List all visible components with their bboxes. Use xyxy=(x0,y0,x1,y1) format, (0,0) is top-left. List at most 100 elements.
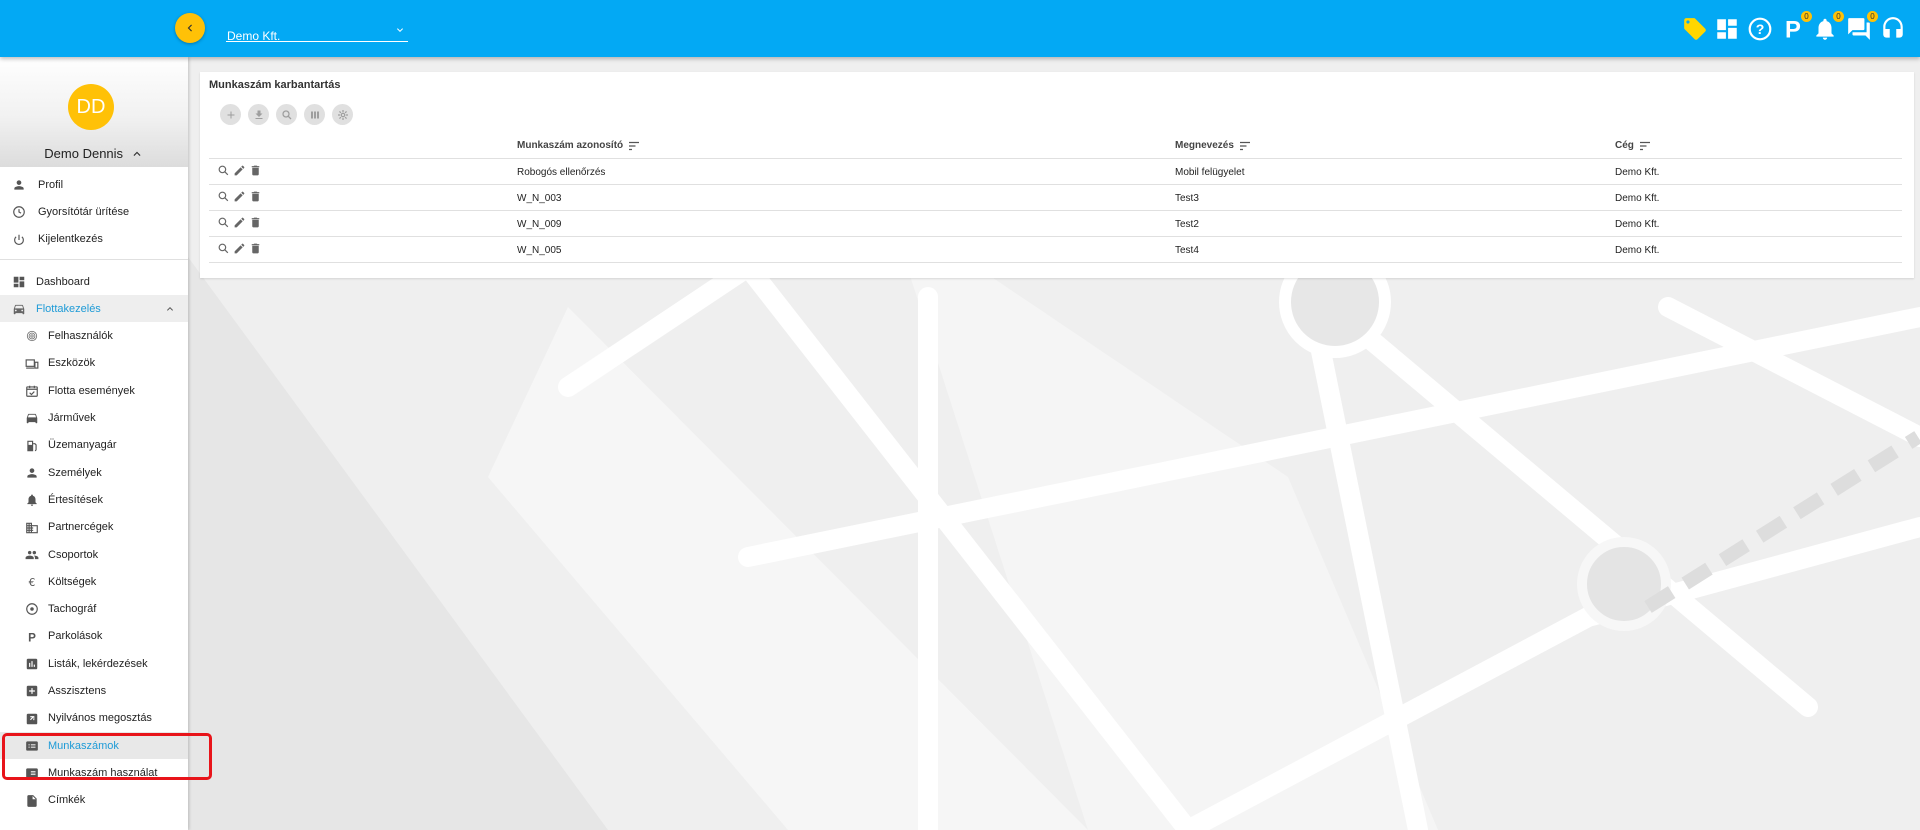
delete-row-button[interactable] xyxy=(249,164,262,177)
sidebar-item-persons[interactable]: Személyek xyxy=(0,459,188,486)
cell-company: Demo Kft. xyxy=(1615,193,1660,204)
view-row-button[interactable] xyxy=(217,242,230,255)
menu-item-clear-cache[interactable]: Gyorsítótár ürítése xyxy=(0,198,188,225)
car-icon xyxy=(13,305,25,315)
sidebar-item-label: Értesítések xyxy=(48,493,104,506)
view-row-button[interactable] xyxy=(217,164,230,177)
table-row: W_N_005 Test4 Demo Kft. xyxy=(209,237,1902,263)
sidebar-item-devices[interactable]: Eszközök xyxy=(0,350,188,377)
chevron-left-icon xyxy=(187,24,192,32)
sidebar-item-tachograph[interactable]: Tachográf xyxy=(0,595,188,622)
column-header-label: Cég xyxy=(1615,140,1634,151)
sidebar-item-label: Költségek xyxy=(48,575,97,588)
sidebar-item-fleet-events[interactable]: Flotta események xyxy=(0,377,188,404)
parking-icon[interactable]: P 0 xyxy=(1780,11,1812,44)
delete-row-button[interactable] xyxy=(249,216,262,229)
menu-item-logout[interactable]: Kijelentkezés xyxy=(0,226,188,253)
svg-text:?: ? xyxy=(1756,21,1765,37)
sidebar: DD Demo Dennis Profil Gyorsítótár ürítés… xyxy=(0,57,188,830)
messages-badge: 0 xyxy=(1867,11,1878,22)
sidebar-item-label: Járművek xyxy=(48,412,96,425)
column-header-name[interactable]: Megnevezés xyxy=(1175,140,1251,151)
notifications-badge: 0 xyxy=(1833,11,1844,22)
parking-icon: P xyxy=(28,631,36,643)
sidebar-item-assistant[interactable]: Asszisztens xyxy=(0,677,188,704)
pencil-icon xyxy=(234,243,245,254)
power-icon xyxy=(14,234,24,245)
sidebar-item-reports[interactable]: Listák, lekérdezések xyxy=(0,650,188,677)
sidebar-item-label: Személyek xyxy=(48,466,102,479)
trash-icon xyxy=(251,243,260,254)
svg-text:€: € xyxy=(29,577,36,589)
sidebar-item-groups[interactable]: Csoportok xyxy=(0,541,188,568)
table-row: W_N_003 Test3 Demo Kft. xyxy=(209,185,1902,211)
sidebar-item-labels[interactable]: Címkék xyxy=(0,787,188,814)
user-menu-toggle[interactable]: Demo Dennis xyxy=(0,146,188,161)
pencil-icon xyxy=(234,165,245,176)
sidebar-item-vehicles[interactable]: Járművek xyxy=(0,404,188,431)
sidebar-item-label: Parkolások xyxy=(48,630,103,643)
menu-section-fleet[interactable]: Flottakezelés xyxy=(0,295,188,323)
calendar-check-icon xyxy=(26,385,38,397)
sidebar-item-label: Eszközök xyxy=(48,357,96,370)
help-icon[interactable]: ? xyxy=(1747,16,1773,42)
cell-company: Demo Kft. xyxy=(1615,219,1660,230)
cell-company: Demo Kft. xyxy=(1615,245,1660,256)
sidebar-item-parking[interactable]: P Parkolások xyxy=(0,623,188,650)
collapse-sidebar-button[interactable] xyxy=(175,13,205,43)
tag-icon[interactable] xyxy=(1682,16,1708,42)
alarm-icon xyxy=(27,494,37,507)
edit-row-button[interactable] xyxy=(233,216,246,229)
settings-button[interactable] xyxy=(332,104,353,125)
sidebar-item-partners[interactable]: Partnercégek xyxy=(0,514,188,541)
sidebar-item-costs[interactable]: € Költségek xyxy=(0,568,188,595)
delete-row-button[interactable] xyxy=(249,242,262,255)
headset-icon[interactable] xyxy=(1880,16,1906,42)
export-button[interactable] xyxy=(248,104,269,125)
column-header-work-number-id[interactable]: Munkaszám azonosító xyxy=(517,140,640,151)
car-icon xyxy=(26,414,38,424)
sidebar-item-users[interactable]: Felhasználók xyxy=(0,322,188,349)
sidebar-item-public-share[interactable]: Nyilvános megosztás xyxy=(0,705,188,732)
tachograph-icon xyxy=(26,603,38,616)
search-button[interactable] xyxy=(276,104,297,125)
edit-row-button[interactable] xyxy=(233,164,246,177)
view-row-button[interactable] xyxy=(217,216,230,229)
sidebar-item-notifications[interactable]: Értesítések xyxy=(0,486,188,513)
page-title: Munkaszám karbantartás xyxy=(209,79,341,91)
menu-item-dashboard[interactable]: Dashboard xyxy=(0,268,188,295)
menu-item-profile[interactable]: Profil xyxy=(0,171,188,198)
sidebar-item-work-number-usage[interactable]: Munkaszám használat xyxy=(0,759,188,786)
company-select[interactable]: Demo Kft. xyxy=(226,20,408,43)
edit-row-button[interactable] xyxy=(233,190,246,203)
parking-badge: 0 xyxy=(1801,11,1812,22)
columns-button[interactable] xyxy=(304,104,325,125)
add-button[interactable] xyxy=(220,104,241,125)
cell-name: Test3 xyxy=(1175,193,1199,204)
sidebar-item-fuel-price[interactable]: Üzemanyagár xyxy=(0,432,188,459)
edit-row-button[interactable] xyxy=(233,242,246,255)
devices-icon xyxy=(25,359,39,369)
sort-icon xyxy=(1239,141,1250,150)
view-row-button[interactable] xyxy=(217,190,230,203)
chat-icon[interactable]: 0 xyxy=(1846,11,1878,42)
menu-item-label: Kijelentkezés xyxy=(38,233,103,246)
column-header-label: Megnevezés xyxy=(1175,140,1234,151)
menu-item-label: Profil xyxy=(38,178,64,191)
sidebar-item-work-numbers[interactable]: Munkaszámok xyxy=(0,731,188,760)
person-icon xyxy=(14,180,24,190)
delete-row-button[interactable] xyxy=(249,190,262,203)
sort-icon xyxy=(1639,141,1650,150)
trash-icon xyxy=(251,217,260,228)
cell-work-number-id: W_N_009 xyxy=(517,219,562,230)
avatar[interactable]: DD xyxy=(68,84,114,130)
trash-icon xyxy=(251,165,260,176)
bell-icon[interactable]: 0 xyxy=(1812,11,1844,42)
dashboard-grid-icon[interactable] xyxy=(1714,16,1740,42)
chevron-up-icon xyxy=(167,307,173,311)
pencil-icon xyxy=(234,217,245,228)
table-row: W_N_009 Test2 Demo Kft. xyxy=(209,211,1902,237)
top-bar: Demo Kft. ? P 0 0 0 xyxy=(0,0,1920,57)
menu-item-label: Dashboard xyxy=(36,275,90,288)
column-header-company[interactable]: Cég xyxy=(1615,140,1651,151)
